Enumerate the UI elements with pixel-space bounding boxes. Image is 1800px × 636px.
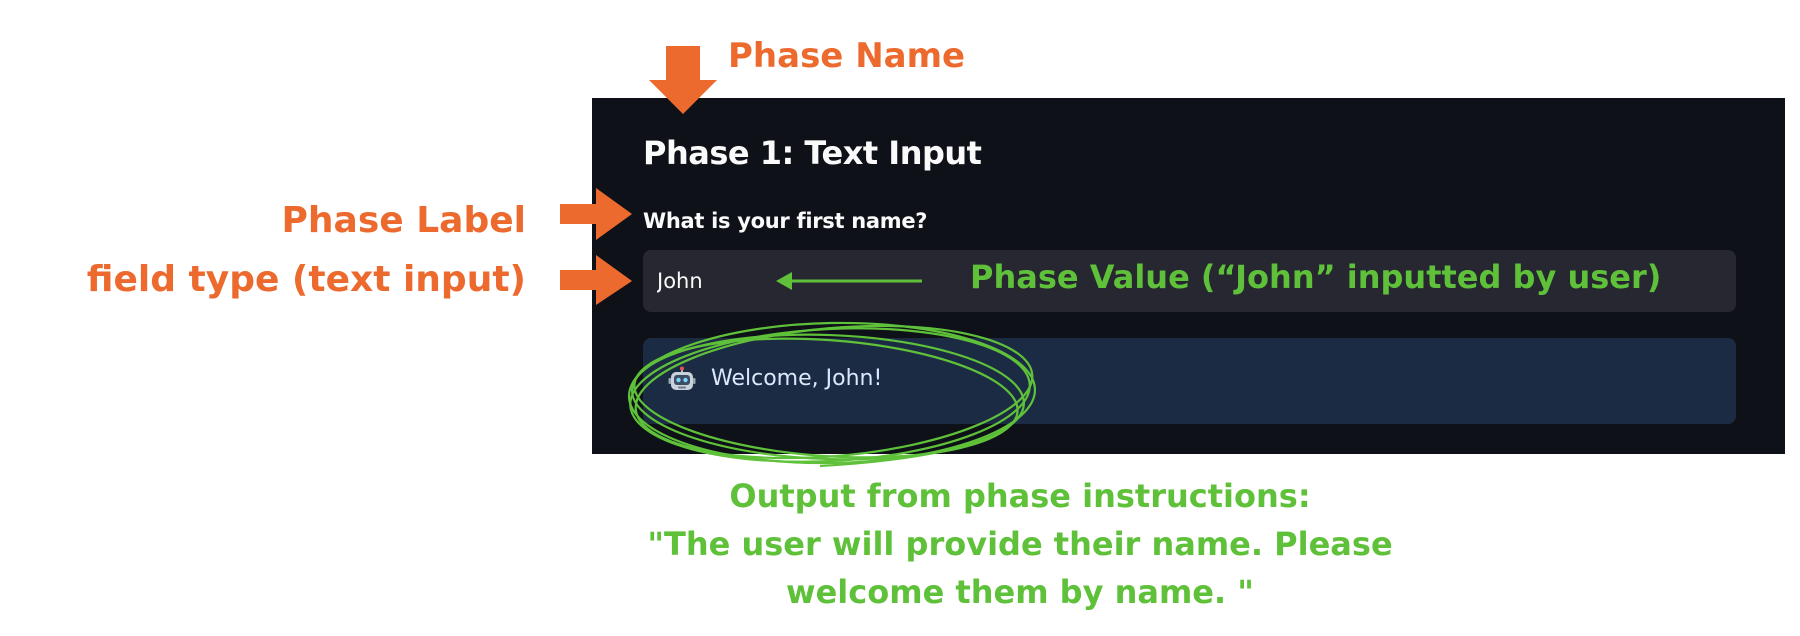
output-message-text: Welcome, John! — [711, 366, 883, 391]
annotation-phase-label: Phase Label — [281, 200, 526, 241]
output-message-box: Welcome, John! — [643, 338, 1736, 424]
annotation-output-line: "The user will provide their name. Pleas… — [647, 525, 1393, 563]
phase-label: What is your first name? — [643, 209, 928, 233]
annotation-output-line: Output from phase instructions: — [729, 477, 1311, 515]
annotation-output: Output from phase instructions: "The use… — [640, 472, 1400, 616]
annotation-phase-value: Phase Value (“John” inputted by user) — [970, 258, 1662, 296]
annotation-output-line: welcome them by name. " — [786, 573, 1254, 611]
phase-title: Phase 1: Text Input — [643, 134, 982, 172]
annotation-phase-name: Phase Name — [728, 36, 966, 76]
robot-icon — [668, 366, 696, 390]
annotation-field-type: field type (text input) — [86, 259, 526, 300]
